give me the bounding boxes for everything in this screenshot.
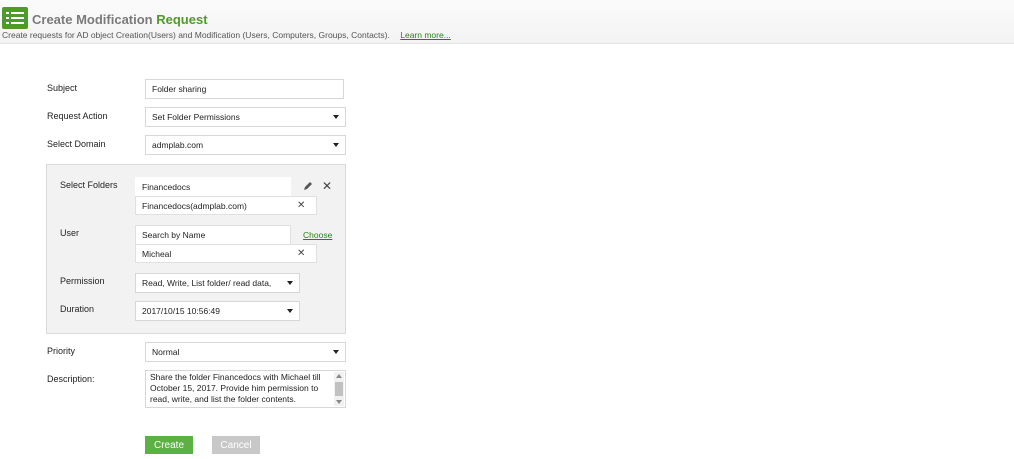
select-folders-label: Select Folders <box>60 180 118 190</box>
pencil-icon[interactable] <box>303 181 313 191</box>
folder-input[interactable]: Financedocs <box>135 177 291 197</box>
domain-value: admplab.com <box>152 140 204 150</box>
folder-selected-item: Financedocs(admplab.com) <box>135 196 317 215</box>
user-selected-item: Micheal <box>135 244 317 263</box>
chevron-down-icon <box>287 281 293 285</box>
priority-label: Priority <box>47 346 76 356</box>
duration-picker[interactable]: 2017/10/15 10:56:49 <box>135 301 300 321</box>
learn-more-link[interactable]: Learn more... <box>400 30 451 40</box>
page-title: Create Modification Request <box>32 12 208 27</box>
chevron-down-icon <box>333 143 339 147</box>
subject-input[interactable]: Folder sharing <box>145 79 344 99</box>
subject-label: Subject <box>47 83 78 93</box>
title-main: Create Modification <box>32 12 153 27</box>
choose-link[interactable]: Choose <box>303 230 332 240</box>
scroll-up-icon[interactable] <box>336 374 342 378</box>
create-button[interactable]: Create <box>145 436 193 454</box>
user-search-input[interactable]: Search by Name <box>135 225 291 245</box>
scroll-down-icon[interactable] <box>336 400 342 404</box>
request-action-select[interactable]: Set Folder Permissions <box>145 107 346 127</box>
duration-label: Duration <box>60 304 95 314</box>
folder-selected-label: Financedocs(admplab.com) <box>142 200 247 211</box>
description-scrollbar[interactable] <box>334 372 344 406</box>
request-action-value: Set Folder Permissions <box>152 112 240 122</box>
description-label: Description: <box>47 374 95 384</box>
permission-label: Permission <box>60 276 105 286</box>
chevron-down-icon <box>333 115 339 119</box>
description-textarea[interactable]: Share the folder Financedocs with Michae… <box>145 370 346 408</box>
close-icon[interactable]: ✕ <box>322 179 332 193</box>
scroll-thumb[interactable] <box>335 382 343 396</box>
user-label: User <box>60 228 80 238</box>
priority-value: Normal <box>152 347 180 357</box>
priority-select[interactable]: Normal <box>145 342 346 362</box>
list-icon <box>2 7 28 29</box>
close-icon[interactable]: ✕ <box>297 248 305 259</box>
chevron-down-icon <box>287 309 293 313</box>
page-subtitle: Create requests for AD object Creation(U… <box>2 30 451 40</box>
duration-value: 2017/10/15 10:56:49 <box>142 306 220 316</box>
cancel-button[interactable]: Cancel <box>212 436 260 454</box>
user-selected-label: Micheal <box>142 248 172 259</box>
domain-select[interactable]: admplab.com <box>145 135 346 155</box>
chevron-down-icon <box>333 350 339 354</box>
close-icon[interactable]: ✕ <box>297 200 305 211</box>
request-action-label: Request Action <box>47 111 108 121</box>
page-header: Create Modification Request Create reque… <box>0 0 1014 44</box>
subtitle-text: Create requests for AD object Creation(U… <box>2 30 390 40</box>
description-text: Share the folder Financedocs with Michae… <box>150 372 321 404</box>
permission-value: Read, Write, List folder/ read data, <box>142 278 272 288</box>
title-accent: Request <box>156 12 208 27</box>
domain-label: Select Domain <box>47 139 106 149</box>
permission-select[interactable]: Read, Write, List folder/ read data, <box>135 273 300 293</box>
